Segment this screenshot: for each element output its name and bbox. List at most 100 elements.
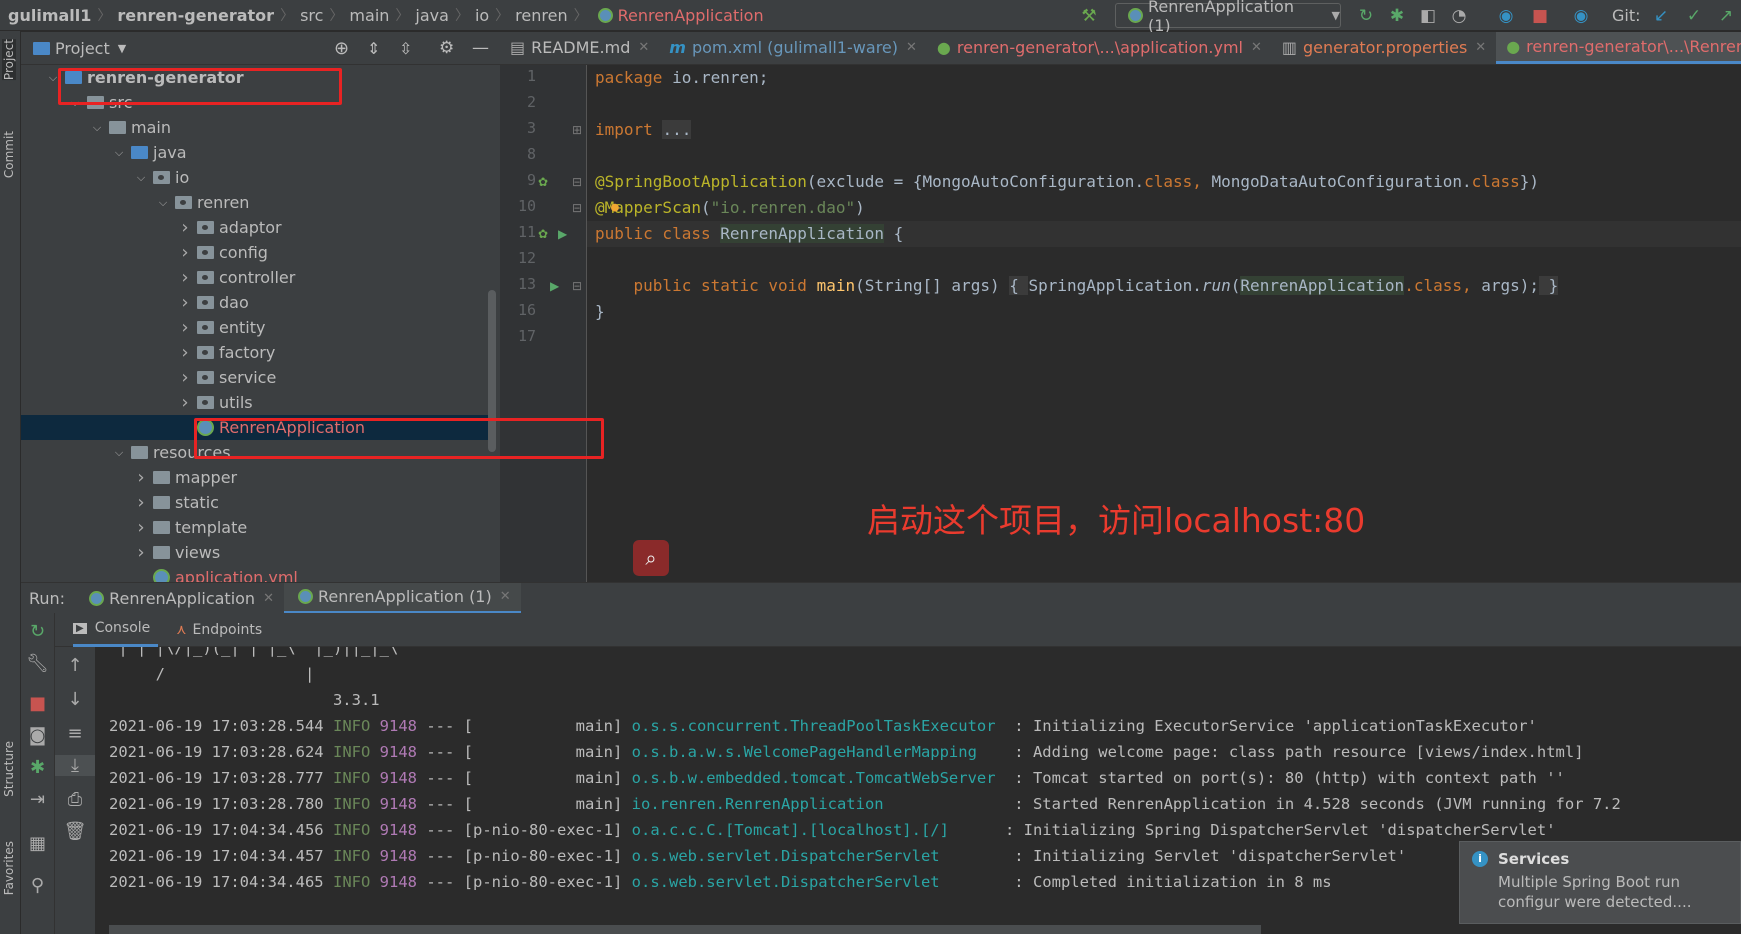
chevron-right-icon[interactable]: ›	[177, 292, 193, 313]
run-icon[interactable]: ▶	[550, 279, 559, 293]
tree-item-renren[interactable]: ⌵ renren	[21, 190, 491, 215]
breadcrumb-gulimall1[interactable]: gulimall1	[8, 6, 91, 25]
structure-tool-button[interactable]: Structure	[2, 741, 16, 797]
breadcrumb-module[interactable]: renren-generator	[117, 6, 274, 25]
editor-tab[interactable]: ●renren-generator\...\RenrenApplication✕	[1496, 32, 1741, 64]
gear-icon[interactable]: ⚙	[439, 38, 454, 58]
chevron-down-icon[interactable]: ⌵	[89, 121, 105, 135]
tree-item-mapper[interactable]: › mapper	[21, 465, 491, 490]
chevron-down-icon[interactable]: ⌵	[111, 446, 127, 460]
git-update-icon[interactable]: ↙	[1650, 5, 1672, 27]
pin-icon[interactable]: ⚲	[21, 875, 54, 896]
debug-bug-icon[interactable]: ✱	[1386, 5, 1408, 27]
close-icon[interactable]: ✕	[263, 591, 274, 606]
fold-icon[interactable]: ⊟	[572, 279, 582, 293]
breadcrumb-class[interactable]: RenrenApplication	[618, 6, 764, 25]
console-horizontal-scrollbar[interactable]	[109, 925, 1261, 934]
breadcrumb-java[interactable]: java	[415, 6, 449, 25]
chevron-right-icon[interactable]: ›	[133, 492, 149, 513]
chevron-right-icon[interactable]: ›	[177, 367, 193, 388]
close-icon[interactable]: ✕	[1475, 40, 1486, 55]
exit-icon[interactable]: ⇥	[21, 789, 54, 810]
editor-tab[interactable]: ▥ generator.properties ✕	[1272, 32, 1496, 64]
tree-item-config[interactable]: › config	[21, 240, 491, 265]
console-tab[interactable]: ▶ Console	[73, 613, 159, 647]
editor-tab[interactable]: ● renren-generator\...\application.yml ✕	[927, 32, 1272, 64]
tree-item-adaptor[interactable]: › adaptor	[21, 215, 491, 240]
collapse-all-icon[interactable]: ⇳	[399, 39, 412, 58]
fold-icon[interactable]: ⊞	[572, 123, 582, 137]
tree-item-entity[interactable]: › entity	[21, 315, 491, 340]
trash-icon[interactable]: 🗑︎	[55, 821, 95, 842]
rerun-icon[interactable]: ↻	[21, 621, 54, 642]
expand-all-icon[interactable]: ⇕	[367, 39, 380, 58]
profiler-icon[interactable]: ◔	[1448, 5, 1470, 27]
tree-item-application-yml[interactable]: application.yml	[21, 565, 491, 582]
run-icon[interactable]: ▶	[558, 227, 567, 241]
chevron-down-icon[interactable]: ▼	[118, 42, 126, 55]
chevron-down-icon[interactable]: ⌵	[155, 196, 171, 210]
intention-bulb-icon[interactable]: ●	[611, 200, 619, 215]
editor-tab[interactable]: ▤ README.md ✕	[500, 32, 659, 64]
project-view-select[interactable]: Project	[55, 39, 110, 58]
search-icon[interactable]: ⌕	[633, 540, 669, 576]
stop-icon[interactable]: ■	[21, 693, 54, 714]
print-icon[interactable]: ⎙	[55, 789, 95, 810]
spring-bean-icon[interactable]: ✿	[538, 227, 548, 241]
favorites-tool-button[interactable]: Favorites	[2, 841, 16, 895]
endpoints-tab[interactable]: ⋏ Endpoints	[176, 622, 262, 638]
locate-icon[interactable]: ⊕	[334, 38, 349, 59]
tree-item-dao[interactable]: › dao	[21, 290, 491, 315]
tree-item-java[interactable]: ⌵ java	[21, 140, 491, 165]
run-configuration-select[interactable]: RenrenApplication (1) ▼	[1115, 0, 1341, 35]
chevron-right-icon[interactable]: ›	[133, 467, 149, 488]
tree-item-service[interactable]: › service	[21, 365, 491, 390]
chevron-right-icon[interactable]: ›	[177, 242, 193, 263]
tree-item-main[interactable]: ⌵ main	[21, 115, 491, 140]
close-icon[interactable]: ✕	[500, 589, 511, 604]
chevron-right-icon[interactable]: ›	[177, 217, 193, 238]
chevron-right-icon[interactable]: ›	[177, 317, 193, 338]
services-notification[interactable]: i Services Multiple Spring Boot run conf…	[1459, 841, 1741, 924]
breadcrumb-io[interactable]: io	[475, 6, 489, 25]
project-tool-button[interactable]: Project	[2, 39, 16, 81]
breadcrumb-main[interactable]: main	[349, 6, 389, 25]
tree-item-views[interactable]: › views	[21, 540, 491, 565]
breadcrumb-src[interactable]: src	[300, 6, 323, 25]
layout-icon[interactable]: ▦	[21, 833, 54, 854]
tree-item-utils[interactable]: › utils	[21, 390, 491, 415]
chevron-right-icon[interactable]: ›	[177, 267, 193, 288]
chevron-right-icon[interactable]: ›	[133, 542, 149, 563]
minimize-icon[interactable]: —	[472, 38, 489, 58]
close-icon[interactable]: ✕	[638, 40, 649, 55]
build-hammer-icon[interactable]: ⚒	[1078, 5, 1100, 27]
chevron-right-icon[interactable]: ›	[177, 392, 193, 413]
dashboard-icon[interactable]: ◉	[1495, 5, 1517, 27]
help-icon[interactable]: ◉	[1570, 5, 1592, 27]
soft-wrap-icon[interactable]: ≡	[55, 723, 95, 744]
coverage-icon[interactable]: ◧	[1417, 5, 1439, 27]
arrow-up-icon[interactable]: ↑	[55, 655, 95, 676]
stop-icon[interactable]: ■	[1529, 5, 1551, 27]
wrench-icon[interactable]: 🔧︎	[21, 653, 54, 674]
fold-icon[interactable]: ⊟	[572, 175, 582, 189]
editor-tab[interactable]: m pom.xml (gulimall1-ware) ✕	[659, 32, 927, 64]
camera-icon[interactable]: ◙	[21, 725, 54, 746]
rerun-icon[interactable]: ↻	[1355, 5, 1377, 27]
tree-item-controller[interactable]: › controller	[21, 265, 491, 290]
spring-bean-icon[interactable]: ✿	[538, 175, 548, 189]
tree-item-factory[interactable]: › factory	[21, 340, 491, 365]
run-tab-renrenapplication-1[interactable]: RenrenApplication (1) ✕	[283, 582, 521, 614]
close-icon[interactable]: ✕	[1251, 40, 1262, 55]
fold-icon[interactable]: ⊟	[572, 201, 582, 215]
chevron-right-icon[interactable]: ›	[133, 517, 149, 538]
chevron-right-icon[interactable]: ›	[177, 342, 193, 363]
git-commit-icon[interactable]: ✓	[1683, 5, 1705, 27]
arrow-down-icon[interactable]: ↓	[55, 689, 95, 710]
scroll-to-end-icon[interactable]: ⤓	[55, 755, 95, 776]
tree-item-io[interactable]: ⌵ io	[21, 165, 491, 190]
breadcrumb-renren[interactable]: renren	[515, 6, 567, 25]
git-push-icon[interactable]: ↗	[1715, 5, 1737, 27]
close-icon[interactable]: ✕	[906, 40, 917, 55]
tree-item-static[interactable]: › static	[21, 490, 491, 515]
